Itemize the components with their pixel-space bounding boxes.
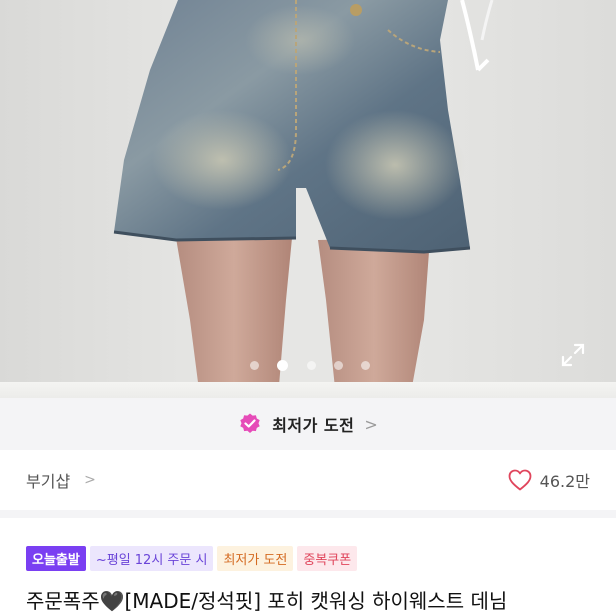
carousel-indicator[interactable] [250,359,370,371]
lowest-price-badge: 최저가 도전 [217,546,294,571]
shop-link[interactable]: 부기샵 > [26,468,96,492]
like-count: 46.2만 [539,472,590,491]
lowest-price-challenge-banner[interactable]: 최저가 도전 > [0,398,616,450]
floor-strip [0,382,616,398]
chevron-right-icon: > [364,414,378,434]
product-title: 주문폭주🖤[MADE/정석핏] 포히 캣워싱 하이웨스트 데님 [26,589,508,613]
expand-image-button[interactable] [558,340,588,370]
like-button[interactable]: 46.2만 [508,468,590,492]
expand-icon [561,343,585,367]
shop-row: 부기샵 > 46.2만 [0,450,616,518]
carousel-dot[interactable] [250,360,259,370]
carousel-dot[interactable] [361,360,370,370]
order-deadline-badge: ~평일 12시 주문 시 [89,546,214,571]
shop-name: 부기샵 [26,472,71,491]
badge-check-icon [240,413,260,433]
price-challenge-label: 최저가 도전 [272,416,355,435]
product-image-gallery[interactable] [0,0,616,398]
carousel-dot[interactable] [333,360,343,370]
carousel-dot-active[interactable] [277,359,289,371]
heart-outline-icon [508,469,532,491]
chevron-right-icon: > [84,472,96,488]
today-shipping-badge: 오늘출발 [26,546,86,571]
product-badges: 오늘출발 ~평일 12시 주문 시 최저가 도전 중복쿠폰 [26,546,358,571]
product-photo [113,0,494,398]
carousel-dot[interactable] [306,360,316,370]
duplicate-coupon-badge: 중복쿠폰 [297,546,358,571]
